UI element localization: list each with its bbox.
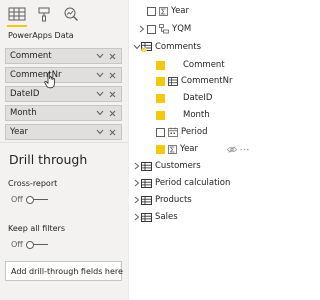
drill-through-drop-zone[interactable]: Add drill-through fields here	[5, 261, 123, 281]
close-icon[interactable]	[109, 91, 116, 98]
visualization-tabs	[6, 3, 82, 25]
chevron-right-icon[interactable]	[132, 179, 141, 188]
field-label: YQM	[172, 24, 192, 34]
table-row-sales[interactable]: Sales	[132, 209, 178, 225]
table-label: Products	[155, 195, 192, 205]
hidden-eye-icon[interactable]	[227, 145, 237, 153]
chevron-down-icon[interactable]	[96, 129, 104, 135]
field-checkbox-checked[interactable]	[156, 93, 165, 103]
field-checkbox-checked[interactable]	[156, 144, 165, 154]
divider	[0, 142, 128, 143]
table-label: Customers	[155, 161, 201, 171]
close-icon[interactable]	[109, 53, 116, 60]
close-icon[interactable]	[109, 72, 116, 79]
well-field-dateid[interactable]: DateID	[5, 86, 122, 102]
table-icon	[141, 42, 152, 52]
field-row-comment[interactable]: Comment	[156, 57, 225, 73]
field-row-year-selected[interactable]: Year	[156, 141, 252, 157]
chevron-right-icon[interactable]	[132, 162, 141, 171]
table-icon	[141, 195, 152, 205]
field-checkbox[interactable]	[147, 24, 156, 34]
active-tab-indicator	[7, 25, 27, 27]
toggle-state: Off	[11, 195, 23, 204]
field-label: Period	[181, 127, 208, 137]
chevron-down-icon[interactable]	[96, 91, 104, 97]
table-row-period-calculation[interactable]: Period calculation	[132, 175, 230, 191]
field-row-month[interactable]: Month	[156, 107, 210, 123]
cross-report-label: Cross-report	[8, 179, 58, 188]
drill-through-title: Drill through	[9, 152, 88, 167]
field-checkbox-checked[interactable]	[156, 76, 165, 86]
table-label: Sales	[155, 212, 178, 222]
visualizations-pane: PowerApps Data Comment CommentNr DateID …	[0, 0, 128, 300]
field-label: CommentNr	[181, 76, 233, 86]
format-paint-icon[interactable]	[33, 3, 55, 25]
chevron-down-icon[interactable]	[96, 110, 104, 116]
chevron-down-icon[interactable]	[96, 72, 104, 78]
chevron-down-icon[interactable]	[96, 53, 104, 59]
keep-filters-label: Keep all filters	[8, 224, 65, 233]
field-checkbox[interactable]	[156, 127, 165, 137]
field-checkbox-checked[interactable]	[156, 110, 165, 120]
field-label: Comment	[183, 60, 225, 70]
sigma-icon	[168, 144, 177, 154]
well-field-year[interactable]: Year	[5, 124, 122, 140]
sigma-icon	[159, 6, 168, 16]
table-row-customers[interactable]: Customers	[132, 158, 201, 174]
chevron-right-icon[interactable]	[137, 25, 146, 34]
table-icon	[141, 212, 152, 222]
well-field-label: Comment	[10, 51, 52, 61]
table-icon	[168, 76, 178, 86]
analytics-icon[interactable]	[60, 3, 82, 25]
field-label: Month	[183, 110, 210, 120]
table-label: Period calculation	[155, 178, 231, 188]
field-row-period[interactable]: Period	[156, 124, 208, 140]
field-row-commentnr[interactable]: CommentNr	[156, 73, 233, 89]
field-checkbox-checked[interactable]	[156, 60, 165, 70]
field-label: Year	[171, 6, 189, 16]
more-options-icon[interactable]	[240, 148, 249, 151]
toggle-state: Off	[11, 240, 23, 249]
table-icon	[141, 161, 152, 171]
chevron-down-icon[interactable]	[132, 43, 141, 52]
well-field-label: Year	[10, 127, 28, 137]
visual-title: PowerApps Data	[8, 31, 74, 40]
calendar-icon	[168, 127, 178, 137]
well-field-commentnr[interactable]: CommentNr	[5, 67, 122, 83]
field-checkbox[interactable]	[147, 6, 156, 16]
fields-pane: Year YQM Comments Comment CommentNr Date…	[128, 0, 254, 300]
field-row-yqm[interactable]: YQM	[137, 21, 191, 37]
cross-report-toggle[interactable]: Off	[11, 195, 48, 204]
well-field-label: DateID	[10, 89, 40, 99]
field-label: Year	[180, 144, 198, 154]
field-row-year[interactable]: Year	[147, 3, 189, 19]
keep-filters-toggle[interactable]: Off	[11, 240, 48, 249]
field-row-dateid[interactable]: DateID	[156, 90, 212, 106]
chevron-right-icon[interactable]	[132, 196, 141, 205]
field-label: DateID	[183, 93, 213, 103]
hierarchy-icon	[159, 24, 169, 34]
chevron-right-icon[interactable]	[132, 213, 141, 222]
table-row-products[interactable]: Products	[132, 192, 192, 208]
table-icon	[141, 178, 152, 188]
toggle-switch[interactable]	[25, 240, 48, 249]
close-icon[interactable]	[109, 129, 116, 136]
well-field-comment[interactable]: Comment	[5, 48, 122, 64]
well-field-month[interactable]: Month	[5, 105, 122, 121]
hand-cursor-icon	[44, 72, 55, 89]
well-field-label: Month	[10, 108, 37, 118]
table-row-comments[interactable]: Comments	[132, 39, 201, 55]
table-label: Comments	[155, 42, 202, 52]
fields-well-icon[interactable]	[6, 3, 28, 25]
toggle-switch[interactable]	[25, 195, 48, 204]
close-icon[interactable]	[109, 110, 116, 117]
